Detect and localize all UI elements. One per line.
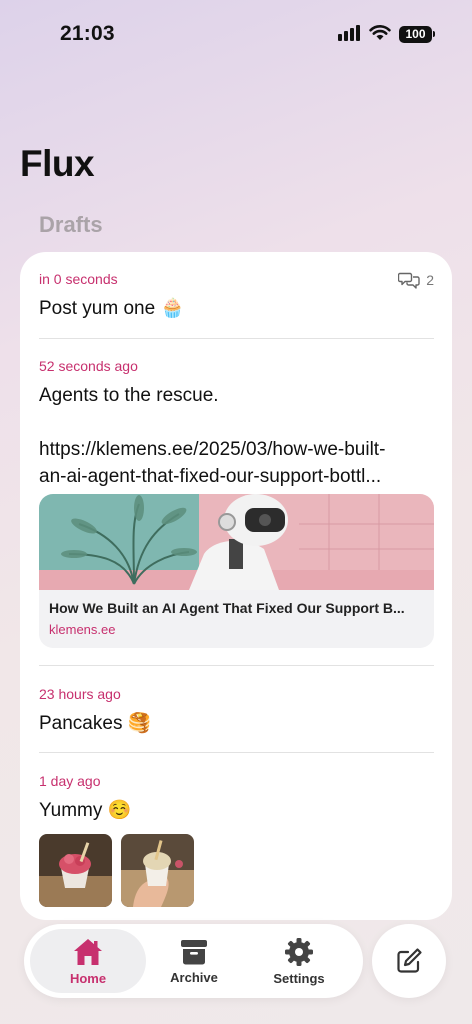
post-link-line[interactable]: https://klemens.ee/2025/03/how-we-built- — [39, 436, 434, 463]
section-title-drafts: Drafts — [39, 212, 103, 237]
comment-count-label: 2 — [426, 272, 434, 288]
post-time: 52 seconds ago — [39, 358, 138, 374]
home-icon — [74, 938, 102, 965]
post-image-thumbnail[interactable] — [121, 834, 194, 907]
status-time: 21:03 — [60, 22, 115, 45]
page-title: Flux — [20, 143, 95, 184]
battery-indicator: 100 — [399, 26, 435, 43]
divider — [39, 338, 434, 339]
comment-count[interactable]: 2 — [398, 271, 434, 289]
status-bar: 21:03 100 — [0, 0, 472, 70]
tab-archive[interactable]: Archive — [136, 929, 252, 993]
tab-label: Home — [69, 970, 107, 986]
tab-settings[interactable]: Settings — [241, 929, 357, 993]
wifi-icon — [369, 25, 391, 40]
tab-label: Settings — [273, 970, 325, 986]
post-image-gallery — [39, 834, 434, 907]
tab-home[interactable]: Home — [30, 929, 146, 993]
post-item[interactable]: in 0 seconds 2 Post yum one 🧁 — [39, 271, 434, 322]
link-preview-card[interactable]: How We Built an AI Agent That Fixed Our … — [39, 494, 434, 648]
post-image-thumbnail[interactable] — [39, 834, 112, 907]
tab-bar: Home Archive Settings — [24, 924, 363, 998]
post-time: 23 hours ago — [39, 686, 121, 702]
tab-label: Archive — [170, 969, 218, 985]
post-text: Yummy ☺️ — [39, 800, 132, 821]
post-link-line[interactable]: an-ai-agent-that-fixed-our-support-bottl… — [39, 463, 434, 490]
post-item[interactable]: 23 hours ago Pancakes 🥞 — [39, 686, 434, 737]
comments-icon — [398, 272, 420, 289]
link-preview-title: How We Built an AI Agent That Fixed Our … — [49, 600, 405, 616]
post-text: Agents to the rescue. https://klemens.ee… — [39, 382, 434, 490]
post-text-line: Agents to the rescue. — [39, 385, 219, 406]
archive-icon — [181, 939, 207, 964]
post-time: 1 day ago — [39, 773, 101, 789]
divider — [39, 665, 434, 666]
post-item[interactable]: 52 seconds ago Agents to the rescue. htt… — [39, 358, 434, 490]
post-text: Post yum one 🧁 — [39, 298, 185, 319]
post-time: in 0 seconds — [39, 271, 118, 287]
link-preview-domain: klemens.ee — [49, 622, 116, 637]
gear-icon — [285, 937, 313, 966]
compose-button[interactable] — [372, 924, 446, 998]
link-preview-image — [39, 494, 434, 590]
drafts-card: in 0 seconds 2 Post yum one 🧁 52 seconds… — [20, 252, 452, 920]
post-item[interactable]: 1 day ago Yummy ☺️ — [39, 773, 434, 907]
post-text: Pancakes 🥞 — [39, 713, 152, 734]
compose-icon — [397, 948, 422, 973]
divider — [39, 752, 434, 753]
signal-icon — [338, 25, 360, 41]
